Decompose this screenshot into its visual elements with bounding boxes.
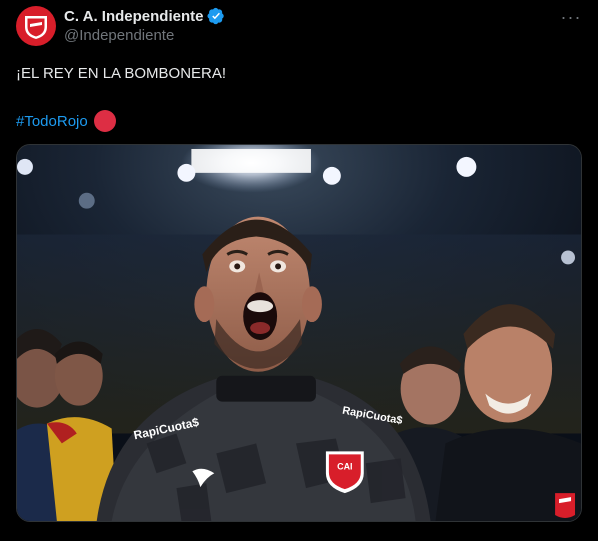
red-circle-icon: [93, 110, 116, 132]
more-options-button[interactable]: ···: [556, 4, 586, 30]
tweet-card[interactable]: C. A. Independiente @Independiente ··· ¡…: [0, 0, 598, 541]
verified-badge-icon: [207, 7, 225, 25]
author-avatar[interactable]: [16, 6, 56, 46]
more-options-icon: ···: [560, 6, 582, 27]
author-display-name[interactable]: C. A. Independiente: [64, 8, 203, 25]
jersey-crest-text: CAI: [337, 461, 352, 471]
tweet-photo[interactable]: RapiCuota$ RapiCuota$ CAI: [16, 144, 582, 522]
hashtag-link[interactable]: #TodoRojo: [16, 113, 88, 130]
club-crest-icon: [25, 16, 47, 39]
stadium-celebration-photo: RapiCuota$ RapiCuota$ CAI: [17, 145, 581, 521]
author-handle[interactable]: @Independiente: [64, 27, 225, 44]
tweet-text: ¡EL REY EN LA BOMBONERA!: [16, 65, 227, 82]
